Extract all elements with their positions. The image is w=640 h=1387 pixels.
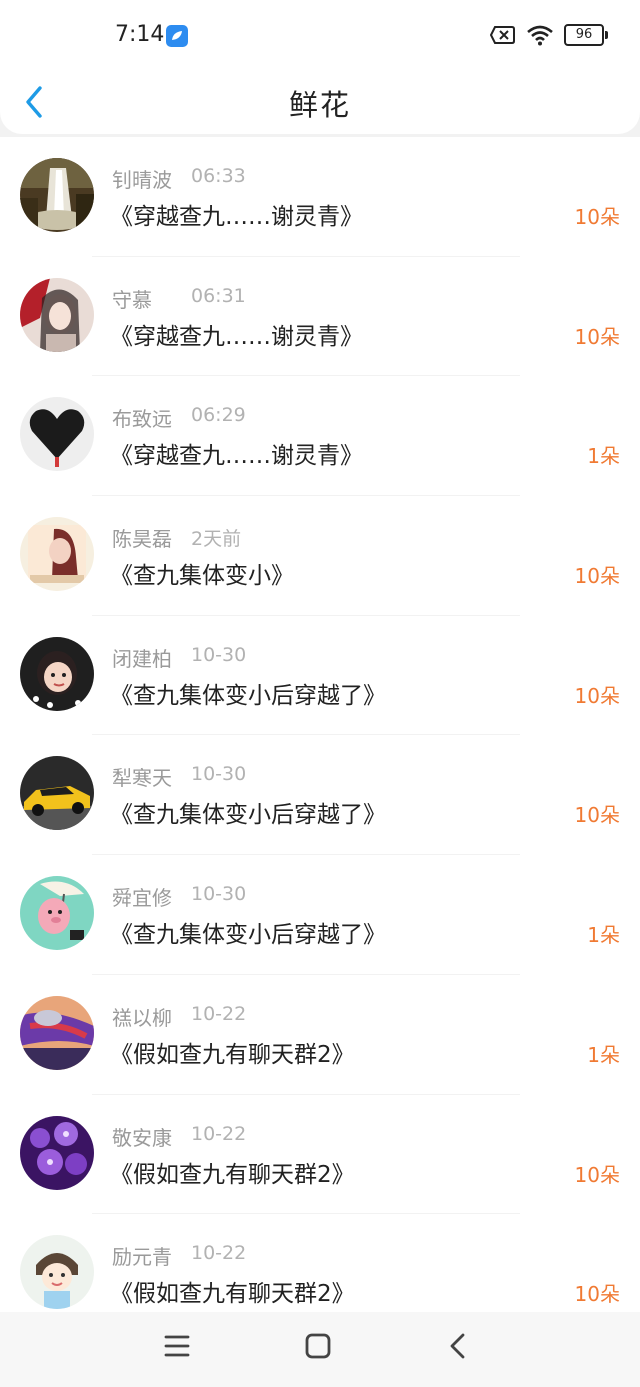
avatar-cartoon-girl-image bbox=[20, 1235, 94, 1310]
avatar-waterfall-image bbox=[20, 158, 94, 232]
flower-count: 10朵 bbox=[574, 205, 620, 229]
avatar bbox=[20, 397, 94, 472]
item-time: 10-22 bbox=[191, 1242, 247, 1265]
flower-count: 1朵 bbox=[587, 923, 620, 948]
battery-icon: 96 bbox=[564, 24, 608, 46]
item-time: 10-30 bbox=[191, 643, 247, 666]
avatar bbox=[20, 1235, 94, 1310]
avatar-game-character-image bbox=[20, 995, 94, 1070]
user-name: 闭建柏 bbox=[112, 646, 172, 671]
avatar-purple-flowers-image bbox=[20, 1115, 94, 1190]
item-time: 06:33 bbox=[191, 165, 246, 187]
status-time: 7:14 bbox=[115, 22, 165, 47]
item-time: 2天前 bbox=[191, 528, 242, 551]
book-title: 《假如查九有聊天群2》 bbox=[110, 1041, 355, 1068]
book-title: 《查九集体变小》 bbox=[110, 563, 294, 590]
user-name: 敬安康 bbox=[112, 1125, 172, 1150]
avatar bbox=[20, 517, 94, 592]
user-name: 陈昊磊 bbox=[112, 527, 172, 552]
book-title: 《假如查九有聊天群2》 bbox=[110, 1161, 355, 1188]
avatar-portrait-image bbox=[20, 277, 94, 352]
flower-count: 1朵 bbox=[587, 444, 620, 469]
flower-count: 10朵 bbox=[574, 803, 620, 828]
list-item[interactable]: 钊晴波 06:33 《穿越查九……谢灵青》 10朵 bbox=[0, 137, 640, 257]
user-name: 禚以柳 bbox=[112, 1005, 172, 1030]
list-item[interactable]: 守慕 06:31 《穿越查九……谢灵青》 10朵 bbox=[0, 257, 640, 377]
avatar-girl-photo-image bbox=[20, 517, 94, 592]
avatar bbox=[20, 1115, 94, 1190]
user-name: 守慕 bbox=[112, 287, 152, 312]
avatar-yellow-car-image bbox=[20, 756, 94, 831]
avatar bbox=[20, 277, 94, 352]
item-time: 06:29 bbox=[191, 404, 246, 427]
battery-level: 96 bbox=[575, 27, 593, 42]
system-nav-bar bbox=[0, 1312, 640, 1387]
avatar-child-image bbox=[20, 636, 94, 711]
page-title: 鲜花 bbox=[288, 88, 351, 122]
wifi-icon bbox=[527, 25, 553, 46]
avatar bbox=[20, 995, 94, 1070]
status-icons: 96 bbox=[490, 24, 608, 46]
avatar bbox=[20, 876, 94, 951]
book-title: 《穿越查九……谢灵青》 bbox=[110, 204, 363, 230]
book-title: 《查九集体变小后穿越了》 bbox=[110, 682, 386, 709]
flower-count: 10朵 bbox=[574, 1282, 620, 1307]
item-time: 10-30 bbox=[191, 763, 247, 786]
home-icon[interactable] bbox=[298, 1326, 338, 1366]
back-icon[interactable] bbox=[438, 1326, 478, 1366]
book-title: 《穿越查九……谢灵青》 bbox=[110, 323, 363, 350]
list-item[interactable]: 闭建柏 10-30 《查九集体变小后穿越了》 10朵 bbox=[0, 616, 640, 736]
list-item[interactable]: 励元青 10-22 《假如查九有聊天群2》 10朵 bbox=[0, 1214, 640, 1312]
item-time: 10-22 bbox=[191, 1002, 247, 1025]
flower-count: 1朵 bbox=[587, 1042, 620, 1067]
avatar-cartoon-pig-image bbox=[20, 876, 94, 951]
app-notification-icon bbox=[166, 25, 188, 47]
list-item[interactable]: 布致远 06:29 《穿越查九……谢灵青》 1朵 bbox=[0, 376, 640, 497]
avatar bbox=[20, 158, 94, 232]
menu-icon[interactable] bbox=[157, 1326, 197, 1366]
flower-count: 10朵 bbox=[574, 683, 620, 708]
flower-count: 10朵 bbox=[574, 1162, 620, 1187]
list-item[interactable]: 陈昊磊 2天前 《查九集体变小》 10朵 bbox=[0, 496, 640, 616]
user-name: 布致远 bbox=[112, 407, 172, 432]
item-time: 10-22 bbox=[191, 1122, 247, 1145]
no-sim-icon bbox=[490, 26, 515, 44]
user-name: 钊晴波 bbox=[112, 168, 172, 192]
flower-list: 钊晴波 06:33 《穿越查九……谢灵青》 10朵 守慕 06:31 《穿越查九… bbox=[0, 137, 640, 1312]
header-bar: 7:14 96 鲜花 bbox=[0, 0, 640, 134]
user-name: 励元青 bbox=[112, 1245, 172, 1270]
avatar-black-heart-image bbox=[20, 397, 94, 472]
book-title: 《假如查九有聊天群2》 bbox=[110, 1281, 355, 1308]
list-item[interactable]: 敬安康 10-22 《假如查九有聊天群2》 10朵 bbox=[0, 1095, 640, 1215]
book-title: 《查九集体变小后穿越了》 bbox=[110, 922, 386, 949]
user-name: 犁寒天 bbox=[112, 766, 172, 791]
avatar bbox=[20, 756, 94, 831]
flower-count: 10朵 bbox=[574, 564, 620, 589]
item-time: 10-30 bbox=[191, 883, 247, 906]
flower-count: 10朵 bbox=[574, 324, 620, 349]
item-time: 06:31 bbox=[191, 284, 246, 307]
user-name: 舜宜修 bbox=[112, 886, 172, 911]
list-item[interactable]: 犁寒天 10-30 《查九集体变小后穿越了》 10朵 bbox=[0, 735, 640, 856]
book-title: 《查九集体变小后穿越了》 bbox=[110, 802, 386, 829]
list-item[interactable]: 禚以柳 10-22 《假如查九有聊天群2》 1朵 bbox=[0, 975, 640, 1095]
book-title: 《穿越查九……谢灵青》 bbox=[110, 443, 363, 470]
list-item[interactable]: 舜宜修 10-30 《查九集体变小后穿越了》 1朵 bbox=[0, 855, 640, 975]
avatar bbox=[20, 636, 94, 711]
